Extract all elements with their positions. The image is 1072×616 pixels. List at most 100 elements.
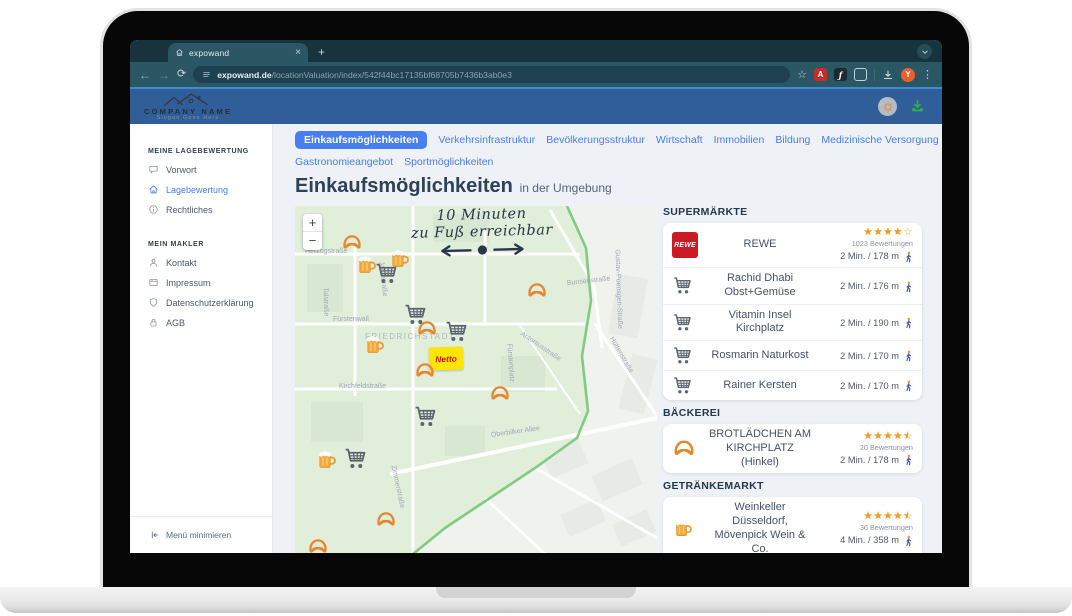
browser-window: expowand × + ← → ⟳ expowand.de/locationV… (130, 40, 942, 553)
page-title: Einkaufsmöglichkeiten (295, 175, 513, 197)
review-count: 1023 Bewertungen (816, 240, 913, 249)
poi-row-drinks[interactable]: Weinkeller Düsseldorf,Mövenpick Wein & C… (663, 497, 922, 553)
reload-button[interactable]: ⟳ (177, 69, 186, 80)
chat-icon (148, 164, 159, 175)
browser-menu-icon[interactable]: ⋮ (922, 68, 933, 81)
tab-einkaufsmoeglichkeiten[interactable]: Einkaufsmöglichkeiten (295, 131, 427, 149)
loading-spinner (878, 97, 897, 116)
person-icon (148, 257, 159, 268)
poi-name: BROTLÄDCHEN AM KIRCHPLATZ(Hinkel) (704, 428, 816, 469)
download-report-button[interactable] (909, 98, 926, 115)
tab-sportmoeglichkeiten[interactable]: Sportmöglichkeiten (404, 156, 493, 168)
sidebar-section-title: MEIN MAKLER (148, 241, 272, 248)
toolbar-divider (874, 69, 875, 81)
tab-bildung[interactable]: Bildung (775, 134, 810, 146)
distance: 2 Min. / 176 m (840, 281, 913, 293)
sidebar-item-vorwort[interactable]: Vorwort (148, 164, 272, 175)
star-rating: ☆☆☆☆☆★★★★★ (863, 511, 913, 522)
cart-icon (672, 312, 693, 333)
poi-row[interactable]: Rainer Kersten 2 Min. / 170 m (663, 370, 922, 400)
webpage: COMPANY NAME Slogan Goes Here MEINE LAGE… (130, 87, 942, 553)
sidebar-item-impressum[interactable]: Impressum (148, 277, 272, 288)
results-panel: SUPERMÄRKTE REWE REWE ☆☆☆☆☆★★★★★ 1023 Be… (663, 206, 922, 553)
tab-gastronomieangebot[interactable]: Gastronomieangebot (295, 156, 393, 168)
sun-icon (882, 101, 894, 113)
info-icon (148, 204, 159, 215)
zoom-out-button[interactable]: − (303, 232, 322, 250)
lock-icon (148, 317, 159, 328)
review-count: 36 Bewertungen (816, 524, 913, 533)
poi-row-rewe[interactable]: REWE REWE ☆☆☆☆☆★★★★★ 1023 Bewertungen 2 … (663, 223, 922, 267)
tab-bevoelkerungsstruktur[interactable]: Bevölkerungsstruktur (546, 134, 645, 146)
section-title-baeckerei: BÄCKEREI (663, 407, 922, 419)
url-text: expowand.de/locationValuation/index/542f… (217, 70, 512, 80)
sidebar-item-lagebewertung[interactable]: Lagebewertung (148, 184, 272, 195)
forward-button[interactable]: → (158, 69, 170, 81)
fn-extension-icon[interactable]: ƒ (834, 68, 847, 81)
home-icon (148, 184, 159, 195)
back-button[interactable]: ← (139, 69, 151, 81)
drinks-card: Weinkeller Düsseldorf,Mövenpick Wein & C… (663, 497, 922, 553)
browser-tab[interactable]: expowand × (168, 43, 308, 62)
pdf-extension-icon[interactable]: A (814, 68, 827, 81)
distance: 2 Min. / 178 m (840, 454, 913, 466)
url-bar[interactable]: expowand.de/locationValuation/index/542f… (193, 66, 790, 83)
collapse-icon (150, 530, 160, 540)
bakery-card: BROTLÄDCHEN AM KIRCHPLATZ(Hinkel) ☆☆☆☆☆★… (663, 424, 922, 473)
walking-person-icon (904, 380, 913, 392)
distance: 2 Min. / 170 m (840, 350, 913, 362)
review-count: 20 Bewertungen (816, 444, 913, 453)
zoom-in-button[interactable]: + (303, 214, 322, 232)
walking-person-icon (904, 454, 913, 466)
walking-person-icon (904, 281, 913, 293)
tab-wirtschaft[interactable]: Wirtschaft (656, 134, 703, 146)
profile-avatar[interactable]: Y (901, 68, 915, 82)
walking-person-icon (904, 350, 913, 362)
shield-icon (148, 297, 159, 308)
poi-name: Weinkeller Düsseldorf,Mövenpick Wein & C… (704, 501, 816, 553)
poi-row-bakery[interactable]: BROTLÄDCHEN AM KIRCHPLATZ(Hinkel) ☆☆☆☆☆★… (663, 424, 922, 473)
star-rating: ☆☆☆☆☆★★★★★ (863, 431, 913, 442)
tab-close-icon[interactable]: × (295, 47, 301, 58)
tab-search-button[interactable] (917, 44, 932, 59)
poi-name: REWE (704, 238, 816, 252)
tab-medizinische-versorgung[interactable]: Medizinische Versorgung (821, 134, 938, 146)
site-header: COMPANY NAME Slogan Goes Here (130, 87, 942, 124)
page-subtitle: in der Umgebung (520, 181, 612, 195)
walking-person-icon (904, 317, 913, 329)
tab-verkehrsinfrastruktur[interactable]: Verkehrsinfrastruktur (438, 134, 535, 146)
map-zoom-control: + − (303, 214, 322, 250)
distance: 2 Min. / 190 m (840, 317, 913, 329)
rewe-logo: REWE (672, 232, 698, 258)
chevron-down-icon (921, 48, 929, 56)
browser-tabstrip: expowand × + (130, 40, 942, 62)
sidebar-item-rechtliches[interactable]: Rechtliches (148, 204, 272, 215)
site-settings-icon[interactable] (202, 70, 211, 79)
download-icon (909, 98, 926, 115)
map-annotation: 10 Minuten zu Fuß erreichbar (386, 206, 577, 264)
distance: 2 Min. / 178 m (840, 251, 913, 263)
poi-row[interactable]: Rosmarin Naturkost 2 Min. / 170 m (663, 340, 922, 370)
company-name: COMPANY NAME (144, 108, 232, 116)
sidebar-item-datenschutz[interactable]: Datenschutzerklärung (148, 297, 272, 308)
extensions-icon[interactable] (854, 68, 867, 81)
menu-minimize-button[interactable]: Menü minimieren (130, 516, 272, 553)
sidebar: MEINE LAGEBEWERTUNG Vorwort Lagebewertun… (130, 124, 273, 553)
sidebar-item-kontakt[interactable]: Kontakt (148, 257, 272, 268)
poi-row[interactable]: Vitamin Insel Kirchplatz 2 Min. / 190 m (663, 304, 922, 341)
tab-immobilien[interactable]: Immobilien (714, 134, 765, 146)
bookmark-star-icon[interactable]: ☆ (797, 68, 807, 81)
distance: 4 Min. / 358 m (840, 535, 913, 547)
browser-toolbar: ← → ⟳ expowand.de/locationValuation/inde… (130, 62, 942, 87)
poi-row[interactable]: Rachid Dhabi Obst+Gemüse 2 Min. / 176 m (663, 267, 922, 304)
poi-name: Vitamin Insel Kirchplatz (704, 309, 816, 337)
cart-icon (672, 275, 693, 296)
new-tab-button[interactable]: + (318, 45, 325, 59)
main-content: Einkaufsmöglichkeiten Verkehrsinfrastruk… (273, 124, 942, 553)
sidebar-item-agb[interactable]: AGB (148, 317, 272, 328)
star-rating: ☆☆☆☆☆★★★★★ (863, 227, 913, 238)
downloads-icon[interactable] (882, 69, 894, 81)
laptop-base-notch (436, 587, 636, 598)
map[interactable]: HerzogstraßeTalstraßeJahnstraßeFürstenwa… (295, 206, 657, 553)
laptop-base (0, 587, 1072, 613)
